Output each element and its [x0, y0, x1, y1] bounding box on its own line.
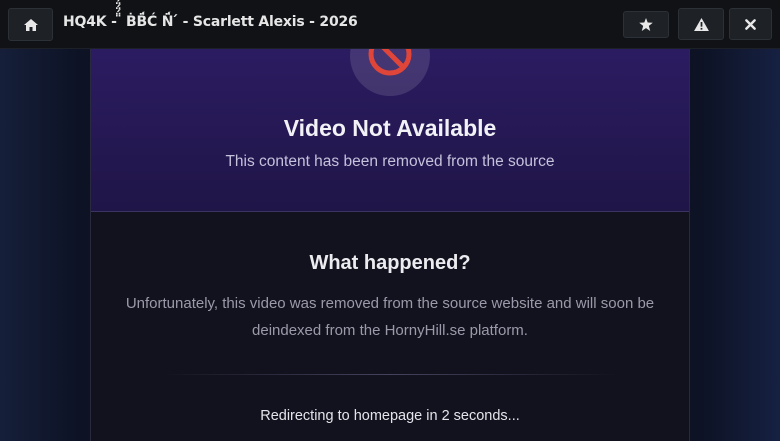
unavailable-subtitle: This content has been removed from the s…	[225, 153, 555, 170]
redirect-notice: Redirecting to homepage in 2 seconds...	[260, 408, 520, 424]
home-icon	[23, 18, 38, 31]
close-button[interactable]	[729, 8, 772, 40]
report-button[interactable]	[678, 8, 724, 40]
top-bar: HQ4K - ̈̈́̈́̈́ ḂB̈́Ć N̈́ ́ - Scarlett Al…	[0, 0, 780, 49]
unavailable-title: Video Not Available	[283, 115, 497, 141]
content-card: Video Not Available This content has bee…	[90, 0, 690, 441]
divider	[161, 374, 619, 375]
what-happened-heading: What happened?	[309, 252, 471, 274]
favorite-button[interactable]	[623, 11, 669, 38]
page-title: HQ4K - ̈̈́̈́̈́ ḂB̈́Ć N̈́ ́ - Scarlett Al…	[63, 14, 358, 30]
page: HQ4K - ̈̈́̈́̈́ ḂB̈́Ć N̈́ ́ - Scarlett Al…	[0, 0, 780, 441]
what-happened-text: Unfortunately, this video was removed fr…	[125, 295, 655, 339]
star-icon	[639, 18, 653, 31]
warning-icon	[693, 17, 709, 31]
close-icon	[745, 18, 756, 30]
home-button[interactable]	[8, 8, 53, 41]
